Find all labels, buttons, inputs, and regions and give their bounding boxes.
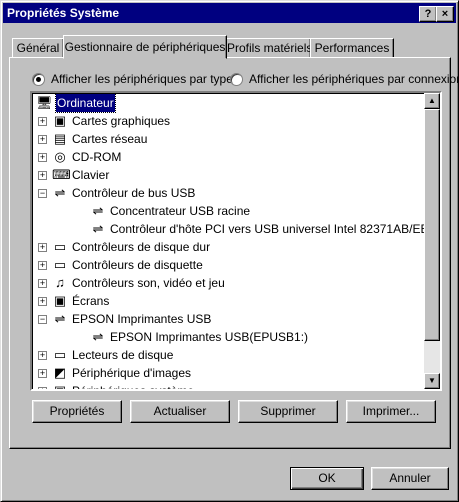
tree-row[interactable]: ⇌ Concentrateur USB racine [32, 202, 422, 220]
expand-icon[interactable]: + [38, 369, 47, 378]
help-button[interactable]: ? [419, 6, 437, 22]
tree-row[interactable]: + ▭ Contrôleurs de disque dur [32, 238, 422, 256]
tree-row[interactable]: + ▭ Contrôleurs de disquette [32, 256, 422, 274]
device-tree[interactable]: 🖥 Ordinateur + ▣ Cartes graphiques + ▤ Cartes r… [30, 91, 442, 391]
cdrom-icon: ◎ [54, 149, 66, 164]
radio-dot-by-connection[interactable] [230, 72, 243, 86]
computer-icon: 🖥 [36, 95, 53, 110]
radio-label-by-connection: Afficher les périphériques par connexion [249, 72, 459, 86]
tree-item-label: Périphériques système [72, 384, 195, 391]
tree-row[interactable]: + ▣ Périphériques système [32, 382, 422, 391]
tree-row[interactable]: + ⌨ Clavier [32, 166, 422, 184]
expand-icon[interactable]: + [38, 171, 47, 180]
tree-item-label: Cartes réseau [72, 132, 148, 146]
tree-item-label: Clavier [72, 168, 110, 182]
ok-button[interactable]: OK [290, 467, 364, 490]
radio-view-by-connection[interactable]: Afficher les périphériques par connexion [230, 72, 459, 86]
radio-label-by-type: Afficher les périphériques par type [51, 72, 233, 86]
tree-item-label: Contrôleurs de disque dur [72, 240, 211, 254]
title-bar[interactable]: Propriétés Système ? × [3, 3, 456, 23]
expand-icon[interactable]: + [38, 351, 47, 360]
tree-row[interactable]: + ▣ Écrans [32, 292, 422, 310]
expand-icon[interactable]: + [38, 243, 47, 252]
expand-icon[interactable]: + [38, 153, 47, 162]
tab-performance[interactable]: Performances [310, 38, 394, 58]
collapse-icon[interactable]: − [38, 315, 47, 324]
hdd-controller-icon: ▭ [53, 239, 67, 254]
tree-item-label: Écrans [72, 294, 110, 308]
scroll-thumb[interactable] [424, 109, 440, 341]
system-icon: ▣ [53, 383, 67, 391]
window-title: Propriétés Système [7, 6, 120, 20]
floppy-controller-icon: ▭ [53, 257, 67, 272]
monitor-icon: ▣ [53, 293, 67, 308]
tab-hardware-profiles[interactable]: Profils matériels [226, 38, 312, 58]
expand-icon[interactable]: + [38, 261, 47, 270]
tree-item-label: Concentrateur USB racine [110, 204, 251, 218]
tree-row[interactable]: + ◩ Périphérique d'images [32, 364, 422, 382]
display-adapter-icon: ▣ [53, 113, 67, 128]
scroll-down-icon[interactable]: ▼ [424, 373, 440, 389]
tree-item-label: Lecteurs de disque [72, 348, 174, 362]
expand-icon[interactable]: + [38, 117, 47, 126]
tree-row[interactable]: + ◎ CD-ROM [32, 148, 422, 166]
tree-row[interactable]: 🖥 Ordinateur [32, 93, 422, 113]
usb-icon: ⇌ [92, 221, 104, 236]
keyboard-icon: ⌨ [52, 167, 71, 182]
radio-dot-by-type[interactable] [32, 72, 45, 86]
refresh-button[interactable]: Actualiser [130, 400, 230, 423]
properties-button[interactable]: Propriétés [32, 400, 122, 423]
tree-item-label: CD-ROM [72, 150, 122, 164]
usb-icon: ⇌ [92, 329, 104, 344]
tree-item-label: EPSON Imprimantes USB(EPUSB1:) [110, 330, 309, 344]
tab-device-manager[interactable]: Gestionnaire de périphériques [63, 35, 227, 59]
tree-row[interactable]: ⇌ EPSON Imprimantes USB(EPUSB1:) [32, 328, 422, 346]
disk-drive-icon: ▭ [53, 347, 67, 362]
tree-row[interactable]: − ⇌ Contrôleur de bus USB [32, 184, 422, 202]
tree-item-label: Ordinateur [55, 93, 116, 113]
scroll-up-icon[interactable]: ▲ [424, 93, 440, 109]
collapse-icon[interactable]: − [38, 189, 47, 198]
tree-item-label: EPSON Imprimantes USB [72, 312, 212, 326]
close-button[interactable]: × [436, 6, 454, 22]
tab-general[interactable]: Général [12, 38, 64, 58]
expand-icon[interactable]: + [38, 279, 47, 288]
tree-item-label: Périphérique d'images [72, 366, 192, 380]
expand-icon[interactable]: + [38, 387, 47, 389]
usb-icon: ⇌ [92, 203, 104, 218]
cancel-button[interactable]: Annuler [371, 467, 449, 490]
tree-row[interactable]: ⇌ Contrôleur d'hôte PCI vers USB universe… [32, 220, 429, 238]
tree-row[interactable]: + ♫ Contrôleurs son, vidéo et jeu [32, 274, 422, 292]
radio-view-by-type[interactable]: Afficher les périphériques par type [32, 72, 233, 86]
remove-button[interactable]: Supprimer [238, 400, 338, 423]
usb-icon: ⇌ [54, 185, 66, 200]
tree-item-label: Contrôleur d'hôte PCI vers USB universel… [110, 222, 429, 236]
print-button[interactable]: Imprimer... [346, 400, 436, 423]
device-manager-panel: Afficher les périphériques par type Affi… [9, 57, 459, 449]
expand-icon[interactable]: + [38, 135, 47, 144]
expand-icon[interactable]: + [38, 297, 47, 306]
tree-item-label: Contrôleurs son, vidéo et jeu [72, 276, 225, 290]
sound-icon: ♫ [55, 275, 65, 290]
tree-row[interactable]: + ▭ Lecteurs de disque [32, 346, 422, 364]
usb-icon: ⇌ [54, 311, 66, 326]
tree-row[interactable]: + ▤ Cartes réseau [32, 130, 422, 148]
imaging-icon: ◩ [53, 365, 67, 380]
tree-item-label: Cartes graphiques [72, 114, 171, 128]
tree-item-label: Contrôleur de bus USB [72, 186, 196, 200]
vertical-scrollbar[interactable]: ▲ ▼ [424, 93, 440, 389]
tree-row[interactable]: + ▣ Cartes graphiques [32, 112, 422, 130]
system-properties-window: Propriétés Système ? × Général Gestionna… [0, 0, 459, 502]
tree-item-label: Contrôleurs de disquette [72, 258, 203, 272]
tree-row[interactable]: − ⇌ EPSON Imprimantes USB [32, 310, 422, 328]
network-card-icon: ▤ [53, 131, 67, 146]
